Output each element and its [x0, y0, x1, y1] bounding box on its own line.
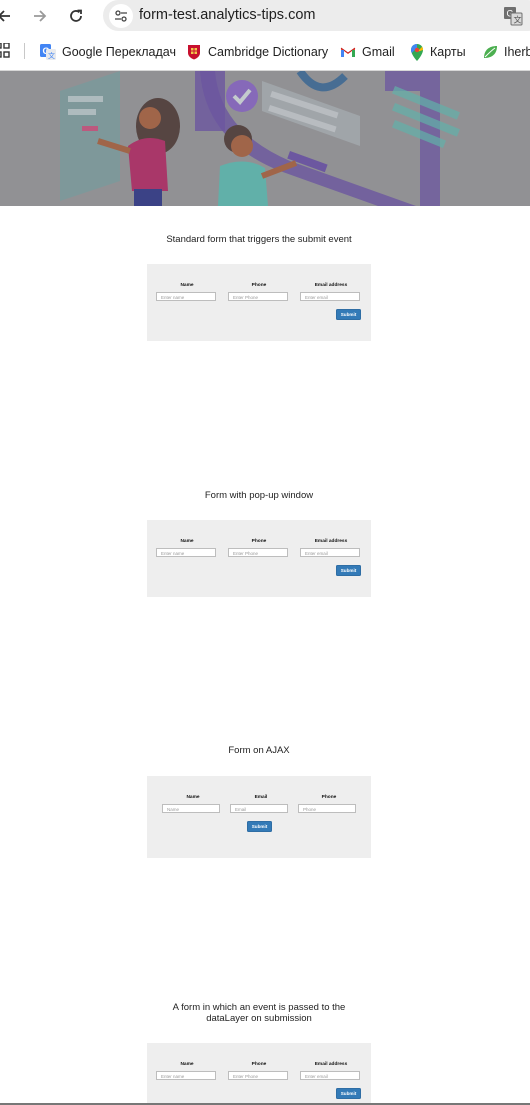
back-arrow-icon [0, 10, 10, 22]
field-label: Name [180, 283, 194, 288]
field-label: Email address [314, 1062, 348, 1067]
hero-artwork [0, 71, 530, 206]
site-info-button[interactable] [109, 4, 133, 28]
iherb-leaf-icon [484, 46, 497, 58]
section-title: Form on AJAX [228, 745, 290, 756]
translate-icon[interactable]: G文 [503, 6, 523, 26]
field-label: Name [180, 539, 194, 544]
email-input[interactable]: Enter email [300, 292, 360, 301]
phone-input[interactable]: Enter Phone [228, 1071, 288, 1080]
section-title: Standard form that triggers the submit e… [166, 234, 352, 245]
svg-text:文: 文 [514, 15, 522, 25]
datalayer-form: Name Enter name Phone Enter Phone Email … [147, 1043, 371, 1105]
submit-button[interactable]: Submit [247, 821, 272, 832]
field-label: Email [254, 795, 268, 800]
bookmark-maps[interactable]: Карты [410, 41, 466, 63]
maps-pin-icon [411, 43, 423, 61]
svg-text:文: 文 [48, 51, 55, 60]
bookmark-label: Gmail [362, 45, 395, 59]
field-label: Name [186, 795, 200, 800]
phone-input[interactable]: Enter Phone [228, 548, 288, 557]
url-text[interactable]: form-test.analytics-tips.com [139, 7, 315, 23]
bookmark-label: Карты [430, 45, 466, 59]
submit-button[interactable]: Submit [336, 1088, 361, 1099]
section-title-line-2: dataLayer on submission [206, 1013, 312, 1024]
field-label: Phone [251, 1062, 267, 1067]
reload-icon [70, 9, 82, 22]
address-bar[interactable]: form-test.analytics-tips.com G文 [103, 0, 530, 31]
back-button[interactable] [0, 4, 16, 28]
bookmark-iherb[interactable]: Iherb [482, 41, 530, 63]
field-label: Phone [251, 539, 267, 544]
cambridge-icon [188, 45, 200, 60]
phone-input[interactable]: Enter Phone [228, 292, 288, 301]
email-input[interactable]: Enter email [300, 1071, 360, 1080]
section-title-line-1: A form in which an event is passed to th… [172, 1002, 346, 1013]
bookmarks-separator [24, 43, 25, 59]
email-input[interactable]: Enter email [300, 548, 360, 557]
field-label: Phone [321, 795, 337, 800]
apps-grid-icon[interactable] [0, 43, 10, 59]
google-translate-icon: G文 [40, 44, 56, 60]
name-input[interactable]: Enter name [156, 292, 216, 301]
name-input[interactable]: Enter name [156, 548, 216, 557]
standard-form: Name Enter name Phone Enter Phone Email … [147, 264, 371, 341]
bookmark-label: Iherb [504, 45, 530, 59]
email-input[interactable]: Email [230, 804, 288, 813]
hero-illustration [0, 71, 530, 206]
phone-input[interactable]: Phone [298, 804, 356, 813]
browser-toolbar: form-test.analytics-tips.com G文 [0, 0, 530, 32]
gmail-icon [340, 47, 356, 57]
field-label: Email address [314, 539, 348, 544]
reload-button[interactable] [64, 4, 88, 28]
tune-icon [115, 10, 127, 22]
bookmark-label: Cambridge Dictionary [208, 45, 329, 59]
name-input[interactable]: Name [162, 804, 220, 813]
name-input[interactable]: Enter name [156, 1071, 216, 1080]
field-label: Phone [251, 283, 267, 288]
field-label: Name [180, 1062, 194, 1067]
submit-button[interactable]: Submit [336, 565, 361, 576]
bookmark-label: Google Перекладач [62, 45, 176, 59]
popup-form: Name Enter name Phone Enter Phone Email … [147, 520, 371, 597]
bookmarks-bar: G文 Google Перекладач Cambridge Dictionar… [0, 34, 530, 71]
bookmark-gmail[interactable]: Gmail [340, 41, 395, 63]
ajax-form: Name Name Email Email Phone Phone Submit [147, 776, 371, 858]
section-title: Form with pop-up window [204, 490, 314, 501]
submit-button[interactable]: Submit [336, 309, 361, 320]
field-label: Email address [314, 283, 348, 288]
bookmark-google-translate[interactable]: G文 Google Перекладач [40, 41, 176, 63]
bookmark-cambridge[interactable]: Cambridge Dictionary [186, 41, 328, 63]
forward-arrow-icon [34, 10, 47, 22]
forward-button[interactable] [28, 4, 52, 28]
